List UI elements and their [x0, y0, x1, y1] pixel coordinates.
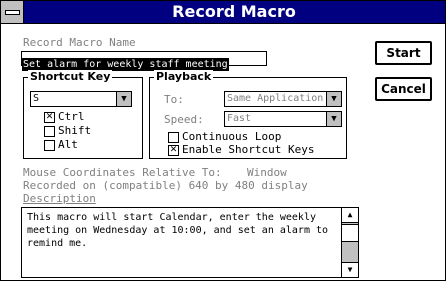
- alt-label: Alt: [58, 138, 78, 151]
- enable-shortcut-keys-label: Enable Shortcut Keys: [182, 143, 315, 156]
- shortcut-key-select[interactable]: S ▼: [30, 91, 132, 107]
- description-textarea[interactable]: This macro will start Calendar, enter th…: [21, 207, 359, 278]
- playback-group-title: Playback: [154, 70, 214, 84]
- playback-speed-select[interactable]: Fast ▼: [224, 111, 342, 127]
- macro-name-label: Record Macro Name: [23, 36, 136, 49]
- description-text: This macro will start Calendar, enter th…: [27, 212, 329, 249]
- scroll-thumb[interactable]: [342, 224, 358, 242]
- shortcut-key-group: Shortcut Key S ▼ ✕ Ctrl Shift Alt: [23, 70, 143, 159]
- window-title: Record Macro: [172, 2, 296, 21]
- alt-checkbox[interactable]: [44, 140, 55, 151]
- playback-to-select[interactable]: Same Application ▼: [224, 91, 342, 107]
- playback-speed-value: Fast: [227, 113, 252, 124]
- shortcut-key-group-title: Shortcut Key: [28, 70, 113, 84]
- cancel-button[interactable]: Cancel: [375, 77, 432, 101]
- continuous-loop-checkbox[interactable]: [168, 132, 179, 143]
- down-arrow-icon[interactable]: ▼: [342, 262, 358, 277]
- down-arrow-icon[interactable]: ▼: [326, 92, 341, 106]
- playback-group: Playback To: Same Application ▼ Speed: F…: [149, 70, 347, 159]
- description-label: Description: [23, 192, 96, 205]
- playback-to-value: Same Application: [227, 93, 324, 104]
- system-menu-icon[interactable]: [1, 1, 24, 23]
- up-arrow-icon[interactable]: ▲: [342, 208, 358, 223]
- shortcut-key-value: S: [33, 93, 40, 104]
- playback-to-label: To:: [164, 93, 184, 106]
- down-arrow-icon[interactable]: ▼: [116, 92, 131, 106]
- shift-label: Shift: [58, 124, 92, 137]
- ctrl-label: Ctrl: [58, 110, 85, 123]
- down-arrow-icon[interactable]: ▼: [326, 112, 341, 126]
- description-scrollbar[interactable]: ▲ ▼: [341, 208, 358, 277]
- mouse-coordinates-value: Window: [247, 166, 287, 179]
- playback-speed-label: Speed:: [164, 113, 204, 126]
- ctrl-checkbox[interactable]: ✕: [44, 112, 55, 123]
- macro-name-input[interactable]: Set alarm for weekly staff meeting: [21, 51, 267, 71]
- recorded-display-info: Recorded on (compatible) 640 by 480 disp…: [23, 179, 308, 192]
- mouse-coordinates-label: Mouse Coordinates Relative To:: [23, 166, 222, 179]
- enable-shortcut-keys-checkbox[interactable]: ✕: [168, 145, 179, 156]
- shift-checkbox[interactable]: [44, 126, 55, 137]
- record-macro-dialog: Record Macro Record Macro Name Set alarm…: [0, 0, 446, 281]
- start-button[interactable]: Start: [375, 41, 432, 65]
- title-bar: Record Macro: [1, 1, 445, 24]
- continuous-loop-label: Continuous Loop: [182, 130, 282, 143]
